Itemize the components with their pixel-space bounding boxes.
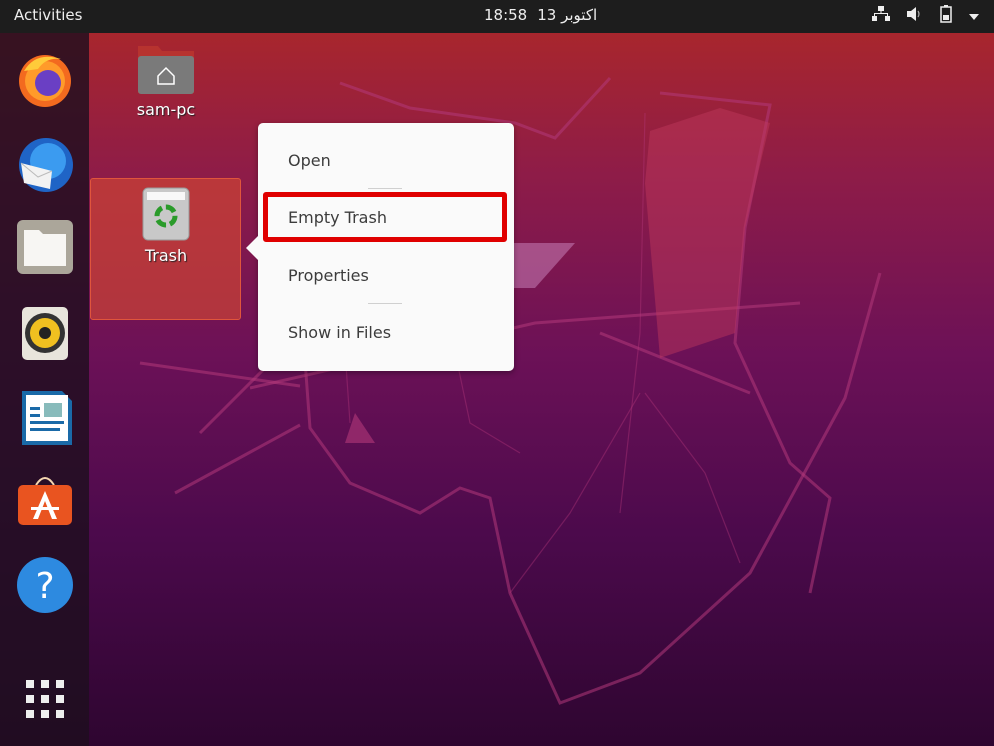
clock-button[interactable]: 18:58 13 اکتوبر <box>484 6 597 24</box>
menu-item-show-in-files[interactable]: Show in Files <box>288 323 391 342</box>
software-icon <box>18 477 72 525</box>
volume-icon[interactable] <box>906 6 924 26</box>
menu-item-open[interactable]: Open <box>288 151 331 170</box>
rhythmbox-icon <box>22 307 68 360</box>
svg-text:?: ? <box>35 566 54 607</box>
dock-item-writer[interactable] <box>16 387 74 445</box>
home-folder-icon <box>138 46 194 94</box>
trash-icon <box>142 187 190 241</box>
dock-item-thunderbird[interactable] <box>16 135 74 193</box>
network-icon[interactable] <box>872 6 890 26</box>
desktop-icon-trash[interactable]: Trash <box>128 186 204 265</box>
thunderbird-icon <box>19 138 73 192</box>
menu-separator <box>368 188 402 189</box>
menu-separator <box>368 303 402 304</box>
system-menu-arrow-icon[interactable] <box>968 7 980 25</box>
clock-date: 13 اکتوبر <box>537 6 598 24</box>
dock-item-firefox[interactable] <box>16 51 74 109</box>
app-grid-icon <box>26 680 64 718</box>
show-applications-button[interactable] <box>24 678 66 720</box>
top-bar: Activities 18:58 13 اکتوبر <box>0 0 994 33</box>
desktop-icon-label: Trash <box>144 246 188 265</box>
firefox-icon <box>19 55 71 107</box>
desktop-icon-label: sam-pc <box>136 100 196 119</box>
system-tray[interactable] <box>872 5 980 27</box>
help-icon: ? <box>17 557 73 613</box>
dock-item-software[interactable] <box>16 471 74 529</box>
dock-item-help[interactable]: ? <box>16 556 74 614</box>
clock-time: 18:58 <box>484 6 528 24</box>
desktop-icon-home[interactable]: sam-pc <box>128 42 204 119</box>
context-menu: Open Empty Trash Properties Show in File… <box>246 123 514 371</box>
dock: ? <box>0 33 89 746</box>
dock-item-files[interactable] <box>16 218 74 276</box>
menu-item-properties[interactable]: Properties <box>288 266 369 285</box>
battery-icon[interactable] <box>940 5 952 27</box>
menu-item-empty-trash[interactable]: Empty Trash <box>288 208 387 227</box>
writer-icon <box>22 391 72 445</box>
activities-button[interactable]: Activities <box>14 6 82 24</box>
dock-item-rhythmbox[interactable] <box>16 303 74 361</box>
menu-pointer <box>246 236 258 260</box>
files-icon <box>17 220 73 274</box>
